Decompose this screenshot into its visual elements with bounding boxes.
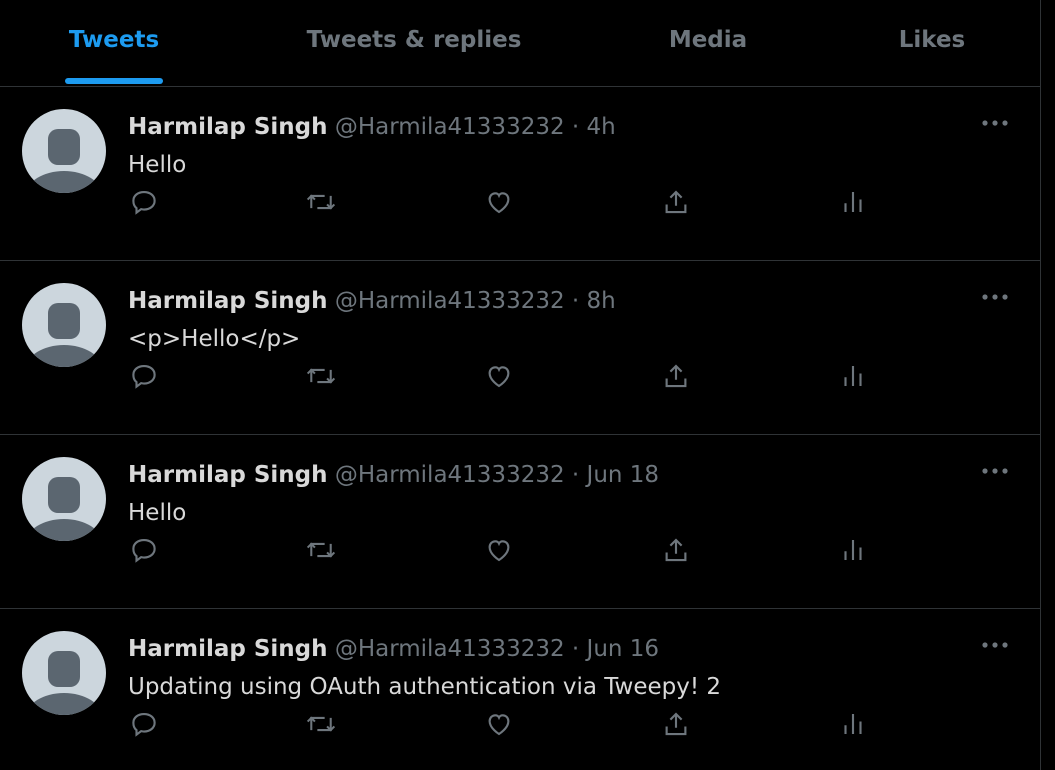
tweet-actions	[0, 706, 1040, 742]
like-icon[interactable]	[479, 358, 519, 394]
tab-likes-label: Likes	[898, 27, 966, 53]
author-name[interactable]: Harmilap Singh	[128, 636, 328, 662]
tweet[interactable]: Harmilap Singh @Harmila41333232 · Jun 16…	[0, 609, 1040, 770]
default-avatar-icon[interactable]	[22, 457, 106, 541]
tweet-text: Hello	[128, 152, 187, 178]
reply-icon[interactable]	[124, 184, 164, 220]
tab-tweets-label: Tweets	[68, 27, 160, 53]
analytics-icon[interactable]	[833, 358, 873, 394]
analytics-icon[interactable]	[833, 184, 873, 220]
share-icon[interactable]	[656, 184, 696, 220]
share-icon[interactable]	[656, 532, 696, 568]
tweet-text: Hello	[128, 500, 187, 526]
tweet[interactable]: Harmilap Singh @Harmila41333232 · Jun 18…	[0, 435, 1040, 609]
like-icon[interactable]	[479, 706, 519, 742]
author-handle[interactable]: @Harmila41333232	[335, 462, 565, 488]
reply-icon[interactable]	[124, 532, 164, 568]
default-avatar-icon[interactable]	[22, 109, 106, 193]
retweet-icon[interactable]	[301, 358, 341, 394]
tweet-text: Updating using OAuth authentication via …	[128, 674, 722, 700]
like-icon[interactable]	[479, 532, 519, 568]
tweet[interactable]: Harmilap Singh @Harmila41333232 · 4h Hel…	[0, 87, 1040, 261]
separator-dot: ·	[571, 462, 580, 488]
tweet-time[interactable]: Jun 16	[587, 636, 660, 662]
separator-dot: ·	[571, 636, 580, 662]
retweet-icon[interactable]	[301, 184, 341, 220]
default-avatar-icon[interactable]	[22, 631, 106, 715]
author-name[interactable]: Harmilap Singh	[128, 462, 328, 488]
tweet[interactable]: Harmilap Singh @Harmila41333232 · 8h <p>…	[0, 261, 1040, 435]
tweet-actions	[0, 532, 1040, 568]
tab-tweets-and-replies[interactable]: Tweets & replies	[300, 22, 528, 82]
analytics-icon[interactable]	[833, 706, 873, 742]
tweet-time[interactable]: 4h	[587, 114, 616, 140]
retweet-icon[interactable]	[301, 532, 341, 568]
tweet-header: Harmilap Singh @Harmila41333232 · Jun 18	[128, 459, 659, 491]
tab-tweets-and-replies-label: Tweets & replies	[306, 27, 522, 53]
tweet-actions	[0, 184, 1040, 220]
analytics-icon[interactable]	[833, 532, 873, 568]
default-avatar-icon[interactable]	[22, 283, 106, 367]
separator-dot: ·	[571, 114, 580, 140]
tweet-time[interactable]: Jun 18	[587, 462, 660, 488]
tweet-header: Harmilap Singh @Harmila41333232 · 8h	[128, 285, 616, 317]
reply-icon[interactable]	[124, 706, 164, 742]
tweet-header: Harmilap Singh @Harmila41333232 · 4h	[128, 111, 616, 143]
tweet-header: Harmilap Singh @Harmila41333232 · Jun 16	[128, 633, 659, 665]
tab-media[interactable]: Media	[660, 22, 756, 82]
author-handle[interactable]: @Harmila41333232	[335, 114, 565, 140]
share-icon[interactable]	[656, 706, 696, 742]
author-handle[interactable]: @Harmila41333232	[335, 636, 565, 662]
author-handle[interactable]: @Harmila41333232	[335, 288, 565, 314]
like-icon[interactable]	[479, 184, 519, 220]
tab-likes[interactable]: Likes	[893, 22, 971, 82]
more-icon[interactable]	[980, 461, 1010, 481]
retweet-icon[interactable]	[301, 706, 341, 742]
scrollbar[interactable]	[1041, 0, 1055, 770]
tab-media-label: Media	[668, 27, 748, 53]
author-name[interactable]: Harmilap Singh	[128, 288, 328, 314]
tab-tweets[interactable]: Tweets	[65, 22, 163, 84]
author-name[interactable]: Harmilap Singh	[128, 114, 328, 140]
profile-tabs: Tweets Tweets & replies Media Likes	[0, 0, 1040, 87]
separator-dot: ·	[571, 288, 580, 314]
share-icon[interactable]	[656, 358, 696, 394]
more-icon[interactable]	[980, 113, 1010, 133]
profile-timeline: Tweets Tweets & replies Media Likes Harm…	[0, 0, 1041, 770]
tweet-actions	[0, 358, 1040, 394]
tweet-time[interactable]: 8h	[587, 288, 616, 314]
reply-icon[interactable]	[124, 358, 164, 394]
more-icon[interactable]	[980, 287, 1010, 307]
tweet-text: <p>Hello</p>	[128, 326, 301, 352]
more-icon[interactable]	[980, 635, 1010, 655]
active-tab-indicator	[65, 78, 163, 84]
